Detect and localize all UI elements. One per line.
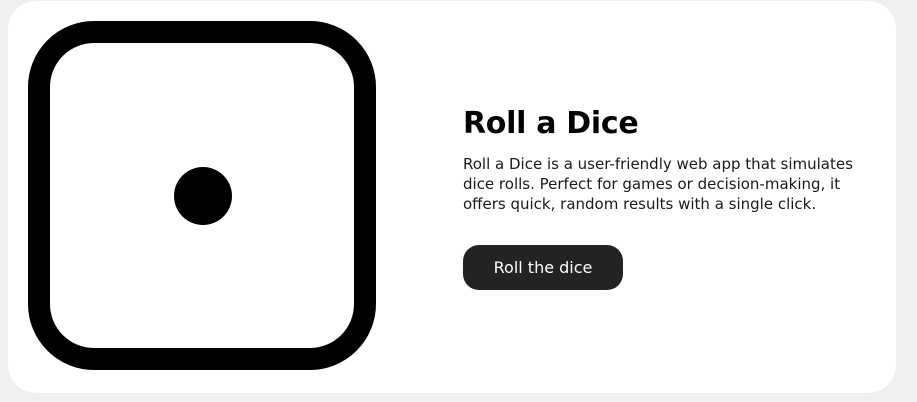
content-panel: Roll a Dice Roll a Dice is a user-friend… <box>463 104 863 290</box>
dice-pip <box>174 167 232 225</box>
dice-card: Roll a Dice Roll a Dice is a user-friend… <box>8 1 896 393</box>
dice-one-icon <box>28 21 376 370</box>
roll-dice-button[interactable]: Roll the dice <box>463 245 623 290</box>
app-description: Roll a Dice is a user-friendly web app t… <box>463 155 853 213</box>
page-title: Roll a Dice <box>463 106 639 141</box>
dice-icon <box>28 21 376 370</box>
